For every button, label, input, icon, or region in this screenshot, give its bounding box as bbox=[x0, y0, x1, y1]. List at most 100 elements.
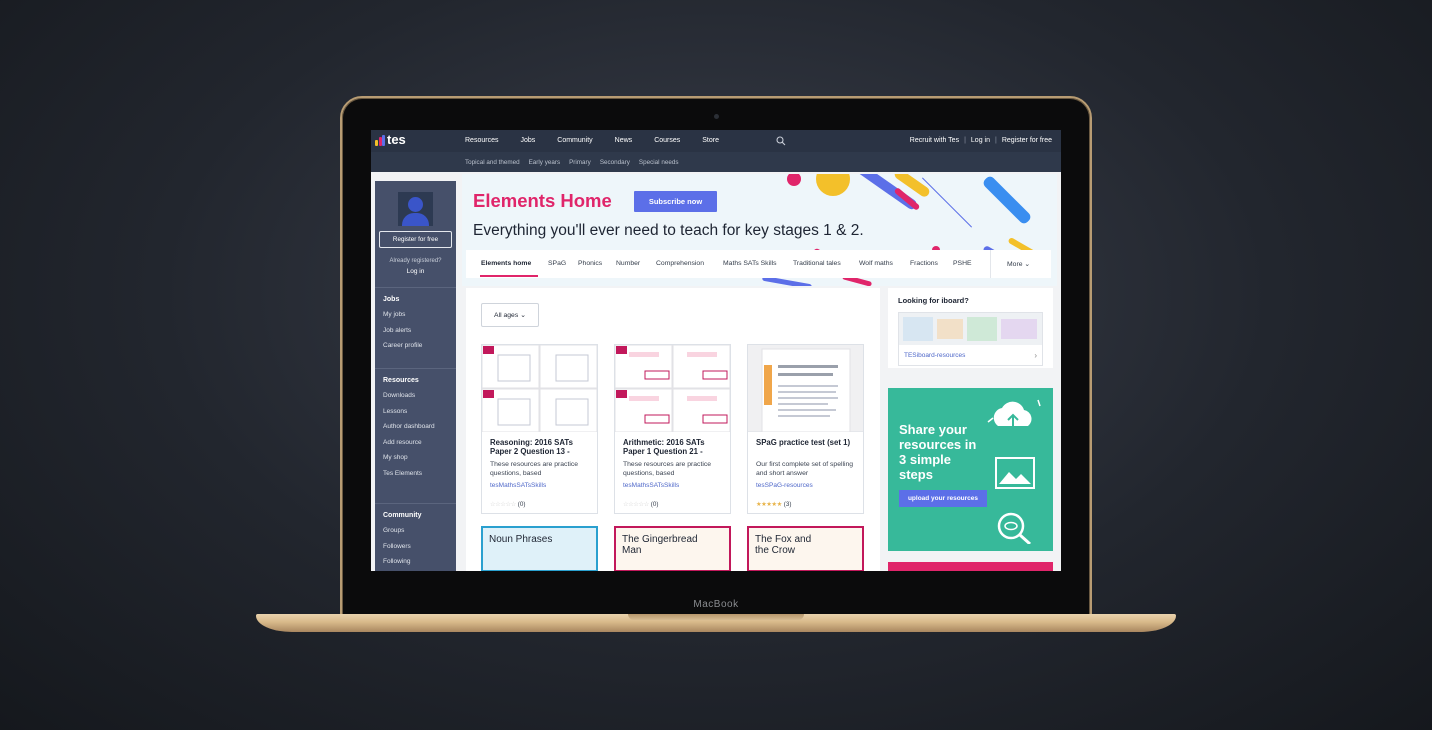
tab-more[interactable]: More ⌄ bbox=[1007, 260, 1030, 268]
resource-card[interactable]: The Gingerbread Man bbox=[614, 526, 731, 571]
tab-number[interactable]: Number bbox=[616, 260, 640, 267]
resource-title[interactable]: The Gingerbread Man bbox=[622, 534, 712, 556]
nav-store[interactable]: Store bbox=[702, 137, 719, 144]
sidebar-login-link[interactable]: Log in bbox=[375, 268, 456, 275]
sidebar-item-followers[interactable]: Followers bbox=[383, 543, 422, 550]
tab-spag[interactable]: SPaG bbox=[548, 260, 566, 267]
upload-resources-button[interactable]: upload your resources bbox=[899, 490, 987, 507]
resource-title[interactable]: Arithmetic: 2016 SATs Paper 1 Question 2… bbox=[623, 438, 723, 456]
resource-author[interactable]: tesSPaG-resources bbox=[756, 482, 813, 489]
share-heading: Share your resources in 3 simple steps bbox=[899, 422, 977, 482]
account-nav: Recruit with Tes | Log in | Register for… bbox=[910, 137, 1052, 144]
main-nav: Resources Jobs Community News Courses St… bbox=[465, 137, 741, 144]
resource-title[interactable]: The Fox and the Crow bbox=[755, 534, 825, 556]
nav-separator: | bbox=[964, 137, 966, 144]
already-registered-text: Already registered? bbox=[389, 258, 442, 264]
decor-stripe bbox=[981, 174, 1033, 226]
nav-jobs[interactable]: Jobs bbox=[520, 137, 535, 144]
sidebar-item-my-jobs[interactable]: My jobs bbox=[383, 311, 422, 318]
sidebar-item-following[interactable]: Following bbox=[383, 558, 422, 565]
iboard-card[interactable]: TESiboard-resources › bbox=[898, 312, 1043, 366]
subnav-special-needs[interactable]: Special needs bbox=[639, 159, 679, 166]
recruit-link[interactable]: Recruit with Tes bbox=[910, 137, 959, 144]
page-tagline: Everything you'll ever need to teach for… bbox=[473, 222, 864, 239]
sidebar-heading-resources: Resources bbox=[383, 377, 419, 384]
search-icon[interactable] bbox=[776, 136, 786, 146]
subnav-secondary[interactable]: Secondary bbox=[600, 159, 630, 166]
star-rating-icon: ★★★★★ bbox=[756, 501, 782, 508]
tes-logo[interactable]: tes bbox=[375, 132, 406, 147]
sidebar-item-job-alerts[interactable]: Job alerts bbox=[383, 327, 422, 334]
nav-resources[interactable]: Resources bbox=[465, 137, 498, 144]
subscribe-button[interactable]: Subscribe now bbox=[634, 191, 717, 212]
resource-card[interactable]: SPaG practice test (set 1) Our first com… bbox=[747, 344, 864, 514]
tab-comprehension[interactable]: Comprehension bbox=[656, 260, 704, 267]
resource-thumbnail bbox=[482, 345, 597, 433]
star-rating-icon: ☆☆☆☆☆ bbox=[490, 501, 516, 508]
resource-card[interactable]: Arithmetic: 2016 SATs Paper 1 Question 2… bbox=[614, 344, 731, 514]
sidebar-heading-jobs: Jobs bbox=[383, 296, 400, 303]
resource-card[interactable]: Reasoning: 2016 SATs Paper 2 Question 13… bbox=[481, 344, 598, 514]
iboard-preview-image bbox=[899, 313, 1042, 345]
sidebar-community-section: Community Groups Followers Following bbox=[383, 512, 422, 571]
sidebar-item-lessons[interactable]: Lessons bbox=[383, 408, 435, 415]
resource-author[interactable]: tesMathsSATsSkills bbox=[490, 482, 546, 489]
tab-fractions[interactable]: Fractions bbox=[910, 260, 938, 267]
nav-courses[interactable]: Courses bbox=[654, 137, 680, 144]
sidebar-heading-community: Community bbox=[383, 512, 422, 519]
resource-card[interactable]: The Fox and the Crow bbox=[747, 526, 864, 571]
resource-title[interactable]: Noun Phrases bbox=[489, 534, 552, 545]
resource-rating: ★★★★★ (3) bbox=[756, 501, 791, 508]
register-link[interactable]: Register for free bbox=[1002, 137, 1052, 144]
sidebar-item-tes-elements[interactable]: Tes Elements bbox=[383, 470, 435, 477]
resource-title[interactable]: Reasoning: 2016 SATs Paper 2 Question 13… bbox=[490, 438, 590, 456]
sidebar-divider bbox=[375, 503, 456, 504]
nav-community[interactable]: Community bbox=[557, 137, 592, 144]
tab-traditional-tales[interactable]: Traditional tales bbox=[793, 260, 841, 267]
tab-wolf-maths[interactable]: Wolf maths bbox=[859, 260, 893, 267]
browser-screen: tes Resources Jobs Community News Course… bbox=[371, 130, 1061, 571]
age-filter-select[interactable]: All ages ⌄ bbox=[481, 303, 539, 327]
sidebar-item-author-dashboard[interactable]: Author dashboard bbox=[383, 423, 435, 430]
avatar bbox=[398, 192, 433, 226]
tab-pshe[interactable]: PSHE bbox=[953, 260, 972, 267]
tab-more-label: More bbox=[1007, 261, 1023, 268]
resource-rating: ☆☆☆☆☆ (0) bbox=[623, 501, 658, 508]
subnav-topical[interactable]: Topical and themed bbox=[465, 159, 520, 166]
share-resources-promo: Share your resources in 3 simple steps u… bbox=[888, 388, 1053, 551]
sidebar-item-downloads[interactable]: Downloads bbox=[383, 392, 435, 399]
tab-elements-home[interactable]: Elements home bbox=[481, 260, 531, 267]
logo-text: tes bbox=[387, 132, 406, 147]
sidebar-item-groups[interactable]: Groups bbox=[383, 527, 422, 534]
nav-news[interactable]: News bbox=[615, 137, 633, 144]
decor-dot bbox=[816, 174, 850, 196]
sidebar-item-my-shop[interactable]: My shop bbox=[383, 454, 435, 461]
login-link[interactable]: Log in bbox=[971, 137, 990, 144]
resource-list: All ages ⌄ Reasoning: 2016 SATs Paper 2 … bbox=[466, 288, 880, 571]
decor-line bbox=[921, 177, 973, 228]
subnav-early-years[interactable]: Early years bbox=[529, 159, 561, 166]
resource-thumbnail bbox=[748, 345, 863, 433]
iboard-link[interactable]: TESiboard-resources bbox=[904, 352, 965, 359]
device-brand-label: MacBook bbox=[693, 599, 739, 610]
resource-title[interactable]: SPaG practice test (set 1) bbox=[756, 438, 856, 447]
chevron-right-icon: › bbox=[1034, 351, 1037, 360]
resource-thumbnail bbox=[615, 345, 730, 433]
subnav-primary[interactable]: Primary bbox=[569, 159, 591, 166]
resource-card[interactable]: Noun Phrases bbox=[481, 526, 598, 571]
sidebar-item-add-resource[interactable]: Add resource bbox=[383, 439, 435, 446]
category-tabs: Elements home SPaG Phonics Number Compre… bbox=[466, 250, 1051, 278]
age-filter-value: All ages bbox=[494, 311, 519, 319]
laptop-notch bbox=[628, 614, 804, 620]
rating-count: (0) bbox=[650, 501, 659, 508]
resource-author[interactable]: tesMathsSATsSkills bbox=[623, 482, 679, 489]
sidebar-item-career-profile[interactable]: Career profile bbox=[383, 342, 422, 349]
tab-phonics[interactable]: Phonics bbox=[578, 260, 602, 267]
active-tab-indicator bbox=[480, 275, 538, 277]
chevron-down-icon: ⌄ bbox=[1024, 261, 1031, 268]
promo-strip bbox=[888, 562, 1053, 571]
iboard-heading: Looking for iboard? bbox=[898, 296, 969, 305]
tabs-divider bbox=[990, 250, 991, 278]
sidebar-register-button[interactable]: Register for free bbox=[379, 231, 452, 248]
tab-maths-sats-skills[interactable]: Maths SATs Skills bbox=[723, 260, 777, 267]
